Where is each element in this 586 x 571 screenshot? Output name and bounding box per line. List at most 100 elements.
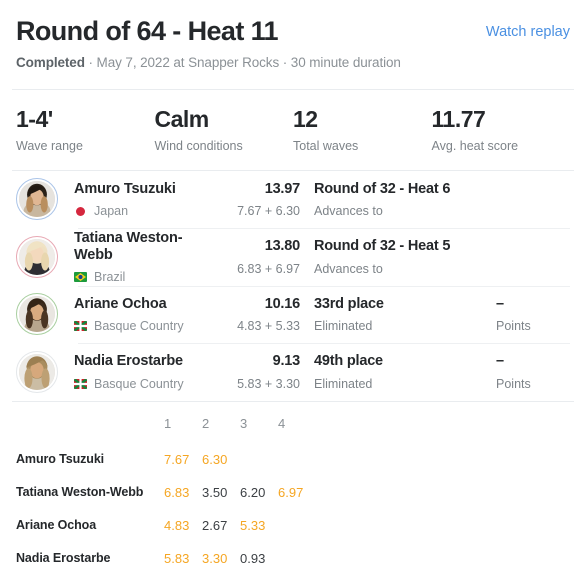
wave-row-athlete-name: Amuro Tsuzuki	[16, 452, 105, 467]
stat-value: 1-4'	[16, 106, 53, 133]
wave-score-table: 1 2 3 4 Amuro Tsuzuki 7.67 6.30 Tatiana …	[0, 412, 586, 571]
athlete-row[interactable]: Ariane Ochoa Basque Country 10.16 4.83 +…	[16, 285, 570, 344]
wave-row-athlete-name: Nadia Erostarbe	[16, 551, 111, 566]
header: Round of 64 - Heat 11 Watch replay Compl…	[0, 0, 586, 70]
stats-row: 1-4' Wave range Calm Wind conditions 12 …	[0, 90, 586, 169]
stat-value: 11.77	[431, 106, 486, 133]
score-breakdown: 6.83 + 6.97	[237, 261, 300, 276]
stat-total-waves: 12 Total waves	[293, 106, 432, 152]
stat-wind-conditions: Calm Wind conditions	[155, 106, 294, 152]
avatar	[16, 350, 58, 393]
wave-column-header-1: 1	[164, 415, 172, 431]
wave-score	[278, 509, 316, 542]
athlete-country: Basque Country	[74, 377, 194, 391]
athlete-score: 9.13 5.83 + 3.30	[194, 353, 314, 390]
wave-score: 3.50	[202, 484, 228, 500]
heat-meta: · May 7, 2022 at Snapper Rocks · 30 minu…	[84, 55, 401, 71]
outcome-sub: Advances to	[314, 204, 383, 219]
wave-score: 5.33	[240, 517, 266, 533]
wave-score: 3.30	[202, 550, 228, 566]
country-label: Brazil	[94, 270, 126, 285]
athlete-points: – Points	[496, 296, 570, 333]
basque-flag-icon	[74, 378, 87, 389]
divider-wave-table	[12, 400, 574, 402]
wave-column-header-2: 2	[202, 415, 210, 431]
table-row: Nadia Erostarbe 5.83 3.30 0.93	[16, 542, 316, 571]
athlete-list: Amuro Tsuzuki Japan 13.97 7.67 + 6.30 Ro…	[0, 171, 586, 401]
stat-avg-heat-score: 11.77 Avg. heat score	[432, 106, 571, 152]
stat-value: 12	[293, 106, 318, 133]
heat-subtitle: Completed · May 7, 2022 at Snapper Rocks…	[16, 55, 570, 70]
outcome-main: 33rd place	[314, 295, 384, 312]
stat-value: Calm	[154, 106, 210, 133]
score-total: 13.97	[264, 180, 300, 197]
points-value: –	[496, 295, 505, 312]
athlete-country: Brazil	[74, 270, 194, 284]
athlete-outcome: 49th place Eliminated	[314, 353, 496, 390]
athlete-info: Ariane Ochoa Basque Country	[74, 296, 194, 333]
athlete-row[interactable]: Nadia Erostarbe Basque Country 9.13 5.83…	[16, 343, 570, 401]
wave-score: 6.30	[202, 451, 228, 467]
athlete-outcome: Round of 32 - Heat 5 Advances to	[314, 238, 496, 275]
wave-score: 6.97	[278, 484, 304, 500]
score-total: 9.13	[272, 353, 301, 370]
wave-score	[278, 443, 316, 476]
athlete-score: 13.97 7.67 + 6.30	[194, 181, 314, 218]
wave-table-header-row: 1 2 3 4	[16, 412, 316, 443]
points-label: Points	[496, 319, 531, 334]
stat-label: Total waves	[293, 138, 359, 153]
points-value: –	[496, 353, 505, 370]
athlete-info: Nadia Erostarbe Basque Country	[74, 353, 194, 391]
brazil-flag-icon	[74, 272, 87, 283]
wave-score: 7.67	[164, 451, 190, 467]
table-row: Ariane Ochoa 4.83 2.67 5.33	[16, 509, 316, 542]
wave-score: 5.83	[164, 550, 190, 566]
athlete-score: 10.16 4.83 + 5.33	[194, 296, 314, 333]
wave-score	[278, 542, 316, 571]
score-breakdown: 7.67 + 6.30	[237, 204, 300, 219]
basque-flag-icon	[74, 321, 87, 332]
wave-column-header-4: 4	[278, 415, 286, 431]
outcome-main: 49th place	[314, 353, 383, 370]
stat-label: Wind conditions	[154, 138, 243, 153]
wave-score	[240, 443, 278, 476]
athlete-score: 13.80 6.83 + 6.97	[194, 238, 314, 275]
athlete-info: Amuro Tsuzuki Japan	[74, 181, 194, 218]
wave-row-athlete-name: Tatiana Weston-Webb	[16, 485, 144, 500]
outcome-sub: Eliminated	[314, 319, 373, 334]
athlete-row[interactable]: Amuro Tsuzuki Japan 13.97 7.67 + 6.30 Ro…	[16, 171, 570, 229]
stat-wave-range: 1-4' Wave range	[16, 106, 155, 152]
country-label: Basque Country	[94, 376, 184, 391]
score-breakdown: 5.83 + 3.30	[237, 376, 300, 391]
athlete-info: Tatiana Weston-Webb Brazil	[74, 229, 194, 284]
athlete-country: Japan	[74, 204, 194, 218]
athlete-name: Tatiana Weston-Webb	[74, 229, 183, 263]
heat-summary-page: Round of 64 - Heat 11 Watch replay Compl…	[0, 0, 586, 571]
athlete-points	[496, 196, 570, 202]
wave-score: 4.83	[164, 517, 190, 533]
wave-row-athlete-name: Ariane Ochoa	[16, 518, 97, 533]
athlete-outcome: Round of 32 - Heat 6 Advances to	[314, 181, 496, 218]
athlete-points: – Points	[496, 353, 570, 390]
score-total: 13.80	[264, 238, 300, 255]
wave-score: 2.67	[202, 517, 228, 533]
avatar	[16, 235, 58, 278]
outcome-sub: Advances to	[314, 261, 383, 276]
avatar	[16, 178, 58, 221]
athlete-outcome: 33rd place Eliminated	[314, 296, 496, 333]
athlete-name: Ariane Ochoa	[74, 295, 167, 312]
outcome-sub: Eliminated	[314, 376, 373, 391]
outcome-main: Round of 32 - Heat 6	[314, 180, 451, 197]
japan-flag-icon	[76, 206, 85, 216]
outcome-main: Round of 32 - Heat 5	[314, 238, 451, 255]
wave-column-header-3: 3	[240, 415, 248, 431]
athlete-country: Basque Country	[74, 319, 194, 333]
athlete-row[interactable]: Tatiana Weston-Webb Brazil 13.80 6.83 + …	[16, 228, 570, 286]
score-total: 10.16	[264, 295, 300, 312]
athlete-name: Amuro Tsuzuki	[74, 180, 176, 197]
avatar	[16, 293, 58, 336]
country-label: Japan	[94, 204, 129, 219]
table-row: Amuro Tsuzuki 7.67 6.30	[16, 443, 316, 476]
wave-score: 0.93	[240, 550, 266, 566]
watch-replay-link[interactable]: Watch replay	[486, 24, 570, 40]
